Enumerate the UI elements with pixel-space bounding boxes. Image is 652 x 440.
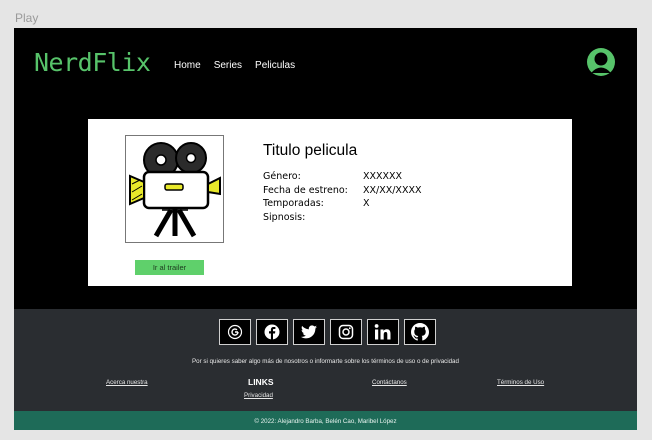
seasons-value: X bbox=[363, 198, 370, 210]
release-value: XX/XX/XXXX bbox=[363, 184, 422, 196]
seasons-label: Temporadas: bbox=[263, 198, 324, 210]
main-nav: Home Series Peliculas bbox=[174, 60, 295, 71]
copyright-bar: © 2022: Alejandro Barba, Belén Cao, Mari… bbox=[14, 411, 637, 430]
user-avatar-icon[interactable] bbox=[586, 47, 616, 77]
info-row-release: Fecha de estreno: XX/XX/XXXX bbox=[263, 184, 421, 198]
release-label: Fecha de estreno: bbox=[263, 184, 348, 196]
frame-label: Play bbox=[15, 11, 39, 25]
linkedin-icon[interactable] bbox=[367, 319, 399, 345]
info-row-seasons: Temporadas: X bbox=[263, 197, 421, 211]
instagram-icon[interactable] bbox=[330, 319, 362, 345]
social-links bbox=[219, 319, 436, 345]
terms-link[interactable]: Términos de Uso bbox=[497, 379, 544, 386]
movie-card: Ir al trailer Titulo pelicula Género: XX… bbox=[88, 119, 572, 286]
footer-description: Por si quieres saber algo más de nosotro… bbox=[192, 358, 459, 365]
facebook-icon[interactable] bbox=[256, 319, 288, 345]
contact-link[interactable]: Contáctanos bbox=[372, 379, 407, 386]
google-icon[interactable] bbox=[219, 319, 251, 345]
synopsis-label: Sipnosis: bbox=[263, 212, 306, 224]
movie-poster bbox=[125, 135, 224, 243]
genre-label: Género: bbox=[263, 171, 301, 182]
footer: Por si quieres saber algo más de nosotro… bbox=[14, 309, 637, 430]
twitter-icon[interactable] bbox=[293, 319, 325, 345]
movie-title: Titulo pelicula bbox=[263, 142, 358, 159]
movie-info: Género: XXXXXX Fecha de estreno: XX/XX/X… bbox=[263, 170, 421, 225]
logo[interactable]: NerdFlix bbox=[34, 48, 151, 77]
header: NerdFlix Home Series Peliculas bbox=[14, 28, 637, 100]
nav-home[interactable]: Home bbox=[174, 60, 201, 71]
github-icon[interactable] bbox=[404, 319, 436, 345]
privacy-link[interactable]: Privacidad bbox=[244, 392, 273, 399]
links-title: LINKS bbox=[248, 377, 274, 387]
nav-peliculas[interactable]: Peliculas bbox=[255, 60, 295, 71]
trailer-button[interactable]: Ir al trailer bbox=[135, 260, 204, 275]
genre-value: XXXXXX bbox=[363, 171, 403, 182]
page-frame: NerdFlix Home Series Peliculas Ir al tra… bbox=[14, 28, 637, 430]
movie-camera-icon bbox=[129, 142, 221, 238]
info-row-genre: Género: XXXXXX bbox=[263, 170, 421, 184]
about-link[interactable]: Acerca nuestra bbox=[106, 379, 148, 386]
nav-series[interactable]: Series bbox=[214, 60, 242, 71]
info-row-synopsis: Sipnosis: bbox=[263, 211, 421, 225]
